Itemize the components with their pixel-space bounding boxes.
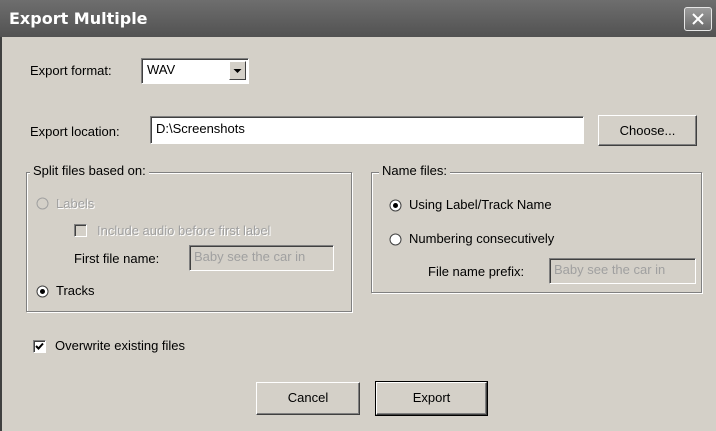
export-multiple-dialog: Export Multiple Export format: WAV Expor…	[0, 0, 716, 431]
choose-button[interactable]: Choose...	[598, 115, 697, 146]
close-icon	[692, 13, 704, 25]
export-format-select[interactable]: WAV	[141, 58, 249, 84]
export-button-label: Export	[412, 390, 451, 405]
overwrite-label: Overwrite existing files	[55, 338, 186, 353]
numbering-radio[interactable]	[389, 233, 402, 246]
cancel-button-label: Cancel	[287, 390, 329, 405]
file-name-prefix-input[interactable]: Baby see the car in	[549, 258, 696, 284]
using-label-radio[interactable]	[389, 199, 402, 212]
name-files-legend: Name files:	[379, 163, 451, 178]
checkmark-icon	[35, 342, 44, 350]
first-file-name-value: Baby see the car in	[194, 249, 306, 264]
file-name-prefix-label: File name prefix:	[428, 264, 525, 279]
tracks-option-label: Tracks	[56, 283, 95, 298]
export-button[interactable]: Export	[375, 381, 488, 416]
file-name-prefix-value: Baby see the car in	[554, 262, 666, 277]
include-audio-label: Include audio before first label	[97, 223, 271, 238]
export-location-value: D:\Screenshots	[156, 121, 245, 136]
cancel-button[interactable]: Cancel	[256, 382, 360, 415]
labels-radio[interactable]	[36, 197, 49, 210]
chevron-down-icon	[233, 69, 242, 73]
overwrite-checkbox[interactable]	[33, 340, 46, 353]
include-audio-checkbox[interactable]	[74, 224, 87, 237]
labels-option-label: Labels	[56, 196, 95, 211]
export-format-label: Export format:	[30, 63, 112, 78]
split-files-legend: Split files based on:	[30, 163, 149, 178]
first-file-name-input[interactable]: Baby see the car in	[189, 245, 334, 271]
numbering-option-label: Numbering consecutively	[409, 231, 555, 246]
using-label-option-label: Using Label/Track Name	[409, 197, 552, 212]
title-bar: Export Multiple	[0, 0, 716, 37]
choose-button-label: Choose...	[619, 123, 676, 138]
close-button[interactable]	[684, 7, 712, 31]
export-location-label: Export location:	[30, 124, 120, 139]
export-format-dropdown-button[interactable]	[229, 61, 246, 80]
export-format-value: WAV	[147, 62, 176, 77]
tracks-radio[interactable]	[36, 285, 49, 298]
window-left-edge	[0, 37, 2, 431]
window-title: Export Multiple	[9, 9, 148, 28]
export-location-input[interactable]: D:\Screenshots	[150, 116, 584, 144]
first-file-name-label: First file name:	[74, 251, 160, 266]
